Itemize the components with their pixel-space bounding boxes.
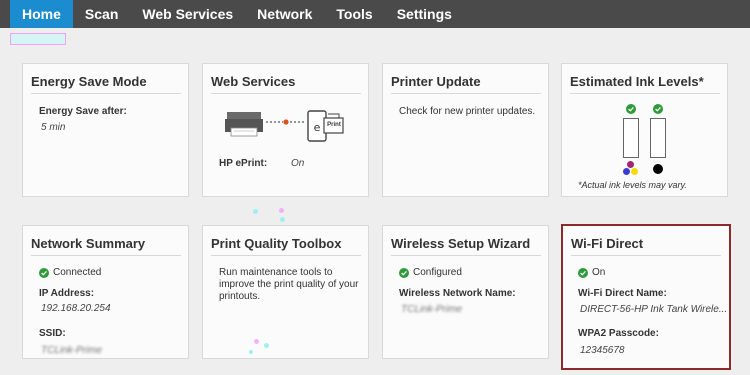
- nav-network[interactable]: Network: [245, 0, 324, 28]
- wireless-status: Configured: [399, 267, 462, 278]
- print-icon-text: Print: [327, 122, 341, 128]
- network-summary-card[interactable]: Network Summary Connected IP Address: 19…: [22, 225, 189, 359]
- web-services-title: Web Services: [211, 74, 361, 94]
- ink-levels-card[interactable]: Estimated Ink Levels* *Actual ink levels…: [561, 63, 728, 197]
- printer-update-title: Printer Update: [391, 74, 541, 94]
- ip-address-label: IP Address:: [39, 288, 95, 299]
- printer-to-phone-icon: e Print: [225, 108, 355, 144]
- energy-save-value: 5 min: [41, 122, 66, 133]
- energy-save-title: Energy Save Mode: [31, 74, 181, 94]
- annotation-mark: [280, 217, 285, 222]
- tri-color-cartridge: [623, 118, 639, 158]
- network-status: Connected: [39, 267, 101, 278]
- black-dot: [653, 164, 663, 174]
- eprint-label: HP ePrint:: [219, 158, 268, 169]
- printer-update-text: Check for new printer updates.: [399, 106, 536, 117]
- wifi-direct-status: On: [578, 267, 605, 278]
- print-quality-text: Run maintenance tools to improve the pri…: [219, 267, 359, 302]
- wpa2-passcode-value: 12345678: [580, 345, 625, 356]
- annotation-mark: [254, 339, 259, 344]
- tri-color-ok-icon: [626, 104, 636, 114]
- yellow-dot: [631, 168, 638, 175]
- black-ok-icon: [653, 104, 663, 114]
- nav-tools[interactable]: Tools: [324, 0, 384, 28]
- ssid-label: SSID:: [39, 328, 66, 339]
- nav-home[interactable]: Home: [10, 0, 73, 28]
- wireless-status-text: Configured: [413, 267, 462, 278]
- wifi-direct-name-value: DIRECT-56-HP Ink Tank Wirele...: [580, 304, 728, 315]
- wpa2-passcode-label: WPA2 Passcode:: [578, 328, 659, 339]
- selection-marker: [10, 33, 66, 45]
- annotation-mark: [253, 209, 258, 214]
- energy-save-label: Energy Save after:: [39, 106, 127, 117]
- ssid-value: TCLink-Prime: [41, 345, 103, 356]
- web-services-card[interactable]: Web Services e Print HP ePrint: On: [202, 63, 369, 197]
- printer-update-card[interactable]: Printer Update Check for new printer upd…: [382, 63, 549, 197]
- print-quality-title: Print Quality Toolbox: [211, 236, 361, 256]
- network-status-text: Connected: [53, 267, 102, 278]
- wifi-on-check-icon: [578, 267, 588, 278]
- wifi-direct-status-text: On: [592, 267, 606, 278]
- configured-check-icon: [399, 267, 409, 278]
- ink-note: *Actual ink levels may vary.: [578, 180, 687, 190]
- wifi-direct-name-label: Wi-Fi Direct Name:: [578, 288, 667, 299]
- wifi-direct-card[interactable]: Wi-Fi Direct On Wi-Fi Direct Name: DIREC…: [561, 224, 731, 370]
- black-cartridge: [650, 118, 666, 158]
- print-quality-card[interactable]: Print Quality Toolbox Run maintenance to…: [202, 225, 369, 359]
- nav-scan[interactable]: Scan: [73, 0, 130, 28]
- annotation-mark: [264, 343, 269, 348]
- wifi-direct-title: Wi-Fi Direct: [571, 236, 721, 256]
- top-nav: Home Scan Web Services Network Tools Set…: [0, 0, 750, 28]
- eprint-value: On: [291, 158, 305, 169]
- connected-check-icon: [39, 267, 49, 278]
- network-summary-title: Network Summary: [31, 236, 181, 256]
- wireless-name-value: TCLink-Prime: [401, 304, 463, 315]
- annotation-mark: [279, 208, 284, 213]
- annotation-mark: [249, 350, 253, 354]
- ip-address-value: 192.168.20.254: [41, 303, 111, 314]
- cyan-dot: [623, 168, 630, 175]
- wireless-name-label: Wireless Network Name:: [399, 288, 516, 299]
- nav-settings[interactable]: Settings: [385, 0, 464, 28]
- wireless-setup-title: Wireless Setup Wizard: [391, 236, 541, 256]
- magenta-dot: [627, 161, 634, 168]
- energy-save-card[interactable]: Energy Save Mode Energy Save after: 5 mi…: [22, 63, 189, 197]
- wireless-setup-card[interactable]: Wireless Setup Wizard Configured Wireles…: [382, 225, 549, 359]
- nav-web-services[interactable]: Web Services: [130, 0, 245, 28]
- ink-levels-title: Estimated Ink Levels*: [570, 74, 720, 94]
- svg-text:e: e: [314, 121, 321, 134]
